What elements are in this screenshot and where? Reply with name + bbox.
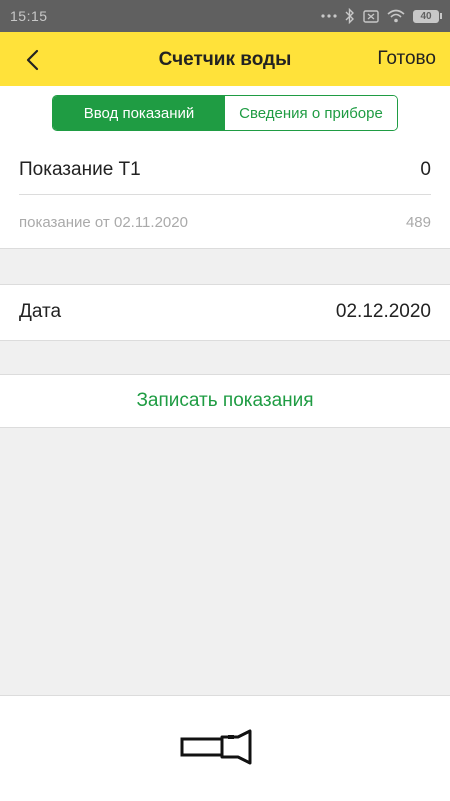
reading-card: Показание Т1 0 показание от 02.11.2020 4… bbox=[0, 142, 450, 249]
tab-meter-input[interactable]: Ввод показаний bbox=[53, 96, 225, 130]
date-card: Дата 02.12.2020 bbox=[0, 284, 450, 341]
battery-level: 40 bbox=[413, 9, 439, 23]
bottom-panel bbox=[0, 695, 450, 801]
tab-bar: Ввод показаний Сведения о приборе bbox=[0, 86, 450, 143]
submit-card: Записать показания bbox=[0, 374, 450, 428]
status-icons: 40 bbox=[321, 6, 442, 26]
date-value[interactable]: 02.12.2020 bbox=[336, 301, 431, 323]
previous-reading-row: показание от 02.11.2020 489 bbox=[19, 210, 431, 234]
done-button[interactable]: Готово bbox=[377, 48, 436, 70]
date-row[interactable]: Дата 02.12.2020 bbox=[19, 298, 431, 326]
flashlight-icon[interactable] bbox=[180, 729, 254, 765]
reading-row[interactable]: Показание Т1 0 bbox=[19, 156, 431, 184]
submit-readings-button[interactable]: Записать показания bbox=[0, 375, 450, 427]
wifi-icon bbox=[387, 9, 405, 23]
segmented-control: Ввод показаний Сведения о приборе bbox=[52, 95, 398, 131]
bluetooth-icon bbox=[345, 8, 354, 24]
date-label: Дата bbox=[19, 301, 62, 322]
previous-reading-label: показание от 02.11.2020 bbox=[19, 213, 188, 231]
sim-icon bbox=[363, 9, 379, 23]
reading-value-field[interactable]: 0 bbox=[420, 159, 431, 181]
previous-reading-value: 489 bbox=[405, 213, 431, 231]
status-bar: 15:15 40 bbox=[0, 0, 450, 32]
status-time: 15:15 bbox=[10, 8, 48, 24]
reading-label: Показание Т1 bbox=[19, 159, 141, 180]
battery-icon: 40 bbox=[413, 9, 442, 23]
app-header: Счетчик воды Готово bbox=[0, 32, 450, 86]
divider bbox=[19, 194, 431, 195]
more-icon bbox=[321, 14, 337, 18]
tab-device-info[interactable]: Сведения о приборе bbox=[225, 96, 397, 130]
